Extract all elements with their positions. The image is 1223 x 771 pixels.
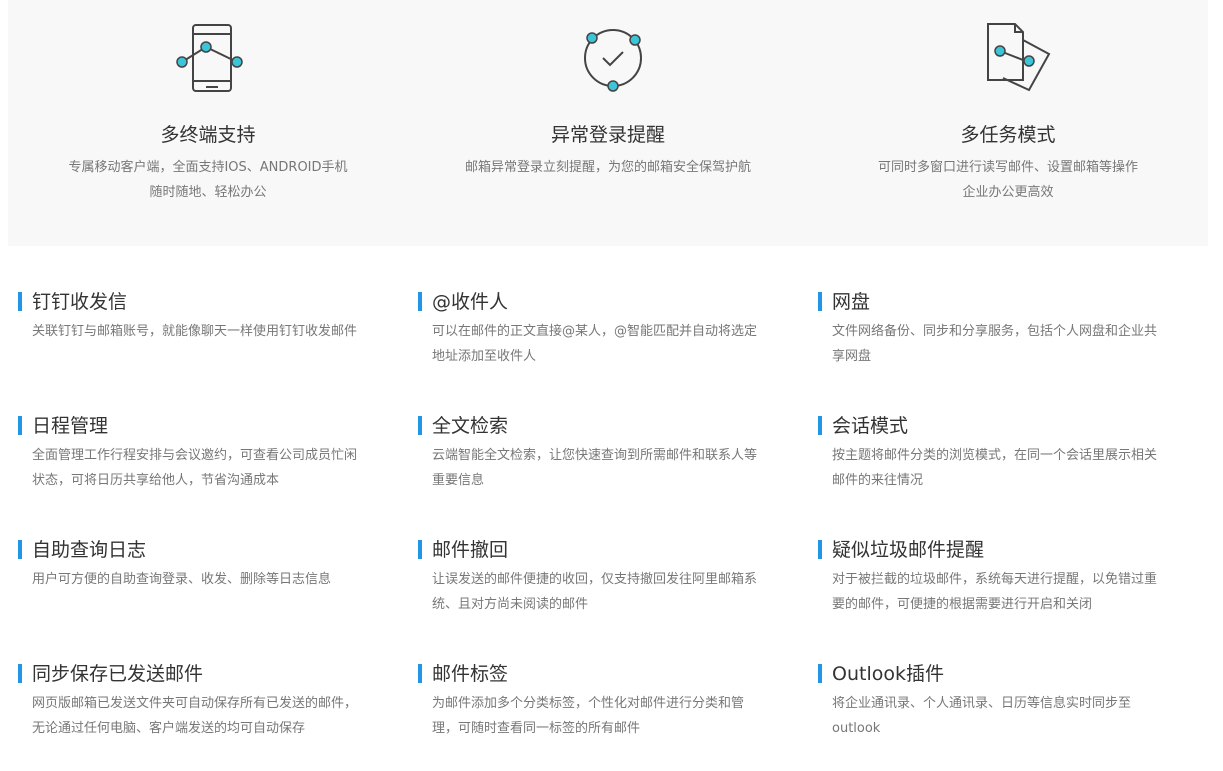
feature-schedule: 日程管理 全面管理工作行程安排与会议邀约，可查看公司成员忙闲状态，可将日历共享给…	[18, 413, 368, 523]
accent-bar	[418, 540, 422, 559]
feature-desc: 云端智能全文检索，让您快速查询到所需邮件和联系人等重要信息	[432, 448, 758, 488]
feature-title: 同步保存已发送邮件	[32, 663, 204, 685]
top-feature-multitask: 多任务模式 可同时多窗口进行读写邮件、设置邮箱等操作 企业办公更高效	[808, 0, 1208, 246]
feature-mail-tags: 邮件标签 为邮件添加多个分类标签，个性化对邮件进行分类和管理，可随时查看同一标签…	[418, 661, 768, 771]
feature-recall: 邮件撤回 让误发送的邮件便捷的收回，仅支持撤回发往阿里邮箱系统、且对方尚未阅读的…	[418, 537, 768, 647]
feature-title: 钉钉收发信	[32, 291, 128, 313]
top-feature-desc: 可同时多窗口进行读写邮件、设置邮箱等操作 企业办公更高效	[808, 155, 1208, 205]
feature-title: 全文检索	[432, 415, 509, 437]
accent-bar	[418, 416, 422, 435]
feature-title: 会话模式	[832, 415, 909, 437]
feature-desc: 让误发送的邮件便捷的收回，仅支持撤回发往阿里邮箱系统、且对方尚未阅读的邮件	[432, 572, 758, 612]
accent-bar	[18, 664, 22, 683]
accent-bar	[418, 664, 422, 683]
feature-netdisk: 网盘 文件网络备份、同步和分享服务，包括个人网盘和企业共享网盘	[818, 289, 1168, 399]
feature-desc: 对于被拦截的垃圾邮件，系统每天进行提醒，以免错过重要的邮件，可便捷的根据需要进行…	[832, 572, 1158, 612]
feature-title: @收件人	[432, 291, 509, 313]
accent-bar	[418, 292, 422, 311]
feature-title: 日程管理	[32, 415, 109, 437]
feature-dingtalk-mail: 钉钉收发信 关联钉钉与邮箱账号，就能像聊天一样使用钉钉收发邮件	[18, 289, 368, 399]
feature-desc: 全面管理工作行程安排与会议邀约，可查看公司成员忙闲状态，可将日历共享给他人，节省…	[32, 448, 358, 488]
feature-sync-sent: 同步保存已发送邮件 网页版邮箱已发送文件夹可自动保存所有已发送的邮件，无论通过任…	[18, 661, 368, 771]
accent-bar	[818, 416, 822, 435]
desc-line: 专属移动客户端，全面支持IOS、ANDROID手机	[68, 160, 348, 175]
feature-desc: 将企业通讯录、个人通讯录、日历等信息实时同步至outlook	[832, 696, 1132, 736]
feature-outlook-plugin: Outlook插件 将企业通讯录、个人通讯录、日历等信息实时同步至outlook	[818, 661, 1168, 771]
feature-desc: 按主题将邮件分类的浏览模式，在同一个会话里展示相关邮件的来往情况	[832, 448, 1158, 488]
top-feature-title: 多任务模式	[960, 124, 1056, 146]
feature-desc: 网页版邮箱已发送文件夹可自动保存所有已发送的邮件，无论通过任何电脑、客户端发送的…	[32, 696, 358, 736]
desc-line: 可同时多窗口进行读写邮件、设置邮箱等操作	[877, 160, 1138, 175]
feature-at-recipient: @收件人 可以在邮件的正文直接@某人，@智能匹配并自动将选定地址添加至收件人	[418, 289, 768, 399]
login-alert-icon	[573, 20, 653, 96]
feature-conversation-mode: 会话模式 按主题将邮件分类的浏览模式，在同一个会话里展示相关邮件的来往情况	[818, 413, 1168, 523]
feature-desc: 用户可方便的自助查询登录、收发、删除等日志信息	[32, 572, 332, 587]
accent-bar	[18, 540, 22, 559]
top-feature-login-alert: 异常登录提醒 邮箱异常登录立刻提醒，为您的邮箱安全保驾护航	[408, 0, 808, 246]
top-feature-title: 多终端支持	[160, 124, 256, 146]
feature-desc: 关联钉钉与邮箱账号，就能像聊天一样使用钉钉收发邮件	[32, 324, 358, 339]
feature-title: 网盘	[832, 291, 871, 313]
top-feature-desc: 邮箱异常登录立刻提醒，为您的邮箱安全保驾护航	[408, 155, 808, 180]
feature-spam-alert: 疑似垃圾邮件提醒 对于被拦截的垃圾邮件，系统每天进行提醒，以免错过重要的邮件，可…	[818, 537, 1168, 647]
accent-bar	[818, 664, 822, 683]
feature-title: 邮件标签	[432, 663, 509, 685]
desc-line: 企业办公更高效	[962, 185, 1054, 200]
feature-desc: 可以在邮件的正文直接@某人，@智能匹配并自动将选定地址添加至收件人	[432, 324, 758, 364]
mobile-devices-icon	[173, 20, 253, 96]
feature-desc: 为邮件添加多个分类标签，个性化对邮件进行分类和管理，可随时查看同一标签的所有邮件	[432, 696, 745, 736]
feature-fulltext-search: 全文检索 云端智能全文检索，让您快速查询到所需邮件和联系人等重要信息	[418, 413, 768, 523]
accent-bar	[18, 292, 22, 311]
desc-line: 随时随地、轻松办公	[149, 185, 267, 200]
top-feature-title: 异常登录提醒	[550, 124, 665, 146]
feature-title: Outlook插件	[832, 663, 944, 685]
top-feature-multi-device: 多终端支持 专属移动客户端，全面支持IOS、ANDROID手机 随时随地、轻松办…	[8, 0, 408, 246]
accent-bar	[18, 416, 22, 435]
feature-title: 邮件撤回	[432, 539, 509, 561]
accent-bar	[818, 292, 822, 311]
feature-title: 自助查询日志	[32, 539, 147, 561]
feature-desc: 文件网络备份、同步和分享服务，包括个人网盘和企业共享网盘	[832, 324, 1158, 364]
multitask-docs-icon	[973, 20, 1053, 96]
feature-title: 疑似垃圾邮件提醒	[832, 539, 985, 561]
desc-line: 邮箱异常登录立刻提醒，为您的邮箱安全保驾护航	[464, 160, 751, 175]
feature-self-log: 自助查询日志 用户可方便的自助查询登录、收发、删除等日志信息	[18, 537, 368, 647]
accent-bar	[818, 540, 822, 559]
top-feature-desc: 专属移动客户端，全面支持IOS、ANDROID手机 随时随地、轻松办公	[8, 155, 408, 205]
